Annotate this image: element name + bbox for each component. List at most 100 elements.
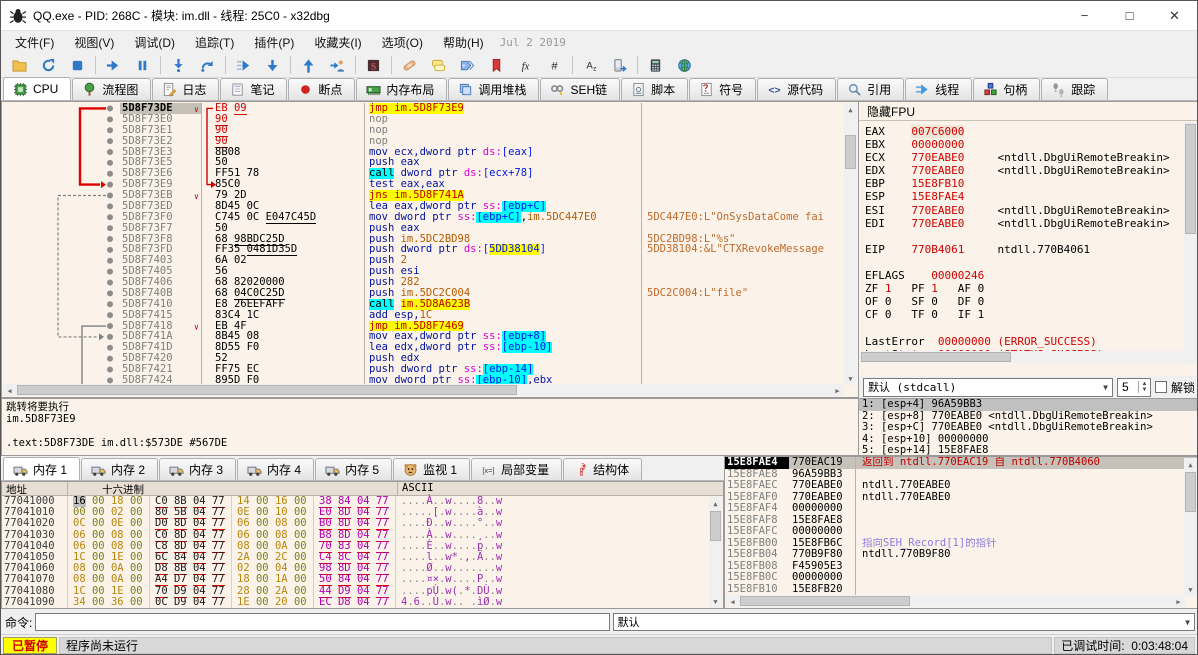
register-line[interactable]: OF 0 SF 0 DF 0 [865,295,1198,308]
disassembly-pane[interactable]: 5D8F73DEEB 09jmp im.5D8F73E95D8F73E090no… [1,101,859,398]
stack-row[interactable]: 15E8FAE4770EAC19返回到 ntdll.770EAC19 自 ntd… [725,457,1198,469]
stack-pane[interactable]: ▲ ▼ ◀ ▶ 15E8FAE4770EAC19返回到 ntdll.770EAC… [724,456,1198,609]
tab-SEH链[interactable]: SEH链 [540,78,620,100]
dump-vscrollbar[interactable]: ▲ ▼ [709,497,722,608]
step-out-icon[interactable] [258,54,287,76]
register-line[interactable] [865,230,1198,243]
tab-脚本[interactable]: 脚本 [621,78,688,100]
tab-内存布局[interactable]: 内存布局 [356,78,447,100]
registers-hscrollbar[interactable] [860,351,1185,363]
menu-item-1[interactable]: 文件(F) [5,31,64,54]
register-line[interactable]: ESP 15E8FAE4 [865,190,1198,203]
hide-fpu-button[interactable]: 隐藏FPU [859,102,1198,121]
run-icon[interactable] [99,54,128,76]
calculator-icon[interactable] [641,54,670,76]
disasm-row[interactable]: 5D8F73E190nop [2,125,845,136]
register-line[interactable]: EBP 15E8FB10 [865,177,1198,190]
menu-item-2[interactable]: 视图(V) [64,31,124,54]
tab-结构体[interactable]: 结构体 [563,458,642,480]
stack-row[interactable]: 15E8FAEC770EABE0ntdll.770EABE0 [725,480,1198,492]
register-line[interactable]: EBX 00000000 [865,138,1198,151]
register-line[interactable] [865,256,1198,269]
tab-局部变量[interactable]: [x=]局部变量 [471,458,562,480]
register-line[interactable]: EAX 007C6000 [865,125,1198,138]
tab-流程图[interactable]: 流程图 [72,78,151,100]
close-button[interactable]: ✕ [1152,1,1197,30]
unlock-checkbox[interactable] [1155,381,1167,393]
call-arg-row[interactable]: 1: [esp+4] 96A59BB3 [859,399,1198,411]
disasm-row[interactable]: 5D8F73F0C745 0C E047C45Dmov dword ptr ss… [2,212,845,223]
tab-符号[interactable]: 符号 [689,78,756,100]
tab-断点[interactable]: 断点 [288,78,355,100]
register-line[interactable]: EFLAGS 00000246 [865,269,1198,282]
arg-count-stepper[interactable]: 5 ▲▼ [1117,378,1151,397]
tab-调用堆栈[interactable]: 调用堆栈 [448,78,539,100]
tab-内存 4[interactable]: 内存 4 [237,458,314,480]
stack-vscrollbar[interactable]: ▲ ▼ [1184,458,1197,596]
register-line[interactable]: EDX 770EABE0 <ntdll.DbgUiRemoteBreakin> [865,164,1198,177]
maximize-button[interactable]: □ [1107,1,1152,30]
menu-item-5[interactable]: 插件(P) [244,31,304,54]
register-line[interactable]: ESI 770EABE0 <ntdll.DbgUiRemoteBreakin> [865,204,1198,217]
attach-icon[interactable] [323,54,352,76]
bookmark-icon[interactable] [482,54,511,76]
stop-icon[interactable] [63,54,92,76]
function-icon[interactable]: fx [511,54,540,76]
disasm-vscrollbar[interactable]: ▲ ▼ [844,103,857,385]
tab-引用[interactable]: 引用 [837,78,904,100]
label-icon[interactable] [453,54,482,76]
register-line[interactable]: LastError 00000000 (ERROR_SUCCESS) [865,335,1198,348]
menu-item-3[interactable]: 调试(D) [124,31,185,54]
open-folder-icon[interactable] [5,54,34,76]
tab-内存 3[interactable]: 内存 3 [159,458,236,480]
register-line[interactable]: EIP 770B4061 ntdll.770B4061 [865,243,1198,256]
registers-vscrollbar[interactable] [1184,122,1197,364]
menu-item-7[interactable]: 选项(O) [372,31,433,54]
tab-线程[interactable]: 线程 [905,78,972,100]
minimize-button[interactable]: − [1062,1,1107,30]
register-line[interactable]: ZF 1 PF 1 AF 0 [865,282,1198,295]
tab-日志[interactable]: 日志 [152,78,219,100]
step-into-icon[interactable] [164,54,193,76]
menu-item-8[interactable]: 帮助(H) [433,31,494,54]
disasm-row[interactable]: 5D8F741583C4 1Cadd esp,1C [2,310,845,321]
command-combobox[interactable]: 默认 ▼ [613,613,1195,631]
command-input[interactable] [35,613,609,631]
stack-row[interactable]: 15E8FB1015E8FB20 [725,584,1198,596]
restart-icon[interactable] [34,54,63,76]
patch-icon[interactable] [395,54,424,76]
convention-combobox[interactable]: 默认 (stdcall) ▼ [863,378,1113,397]
register-line[interactable]: EDI 770EABE0 <ntdll.DbgUiRemoteBreakin> [865,217,1198,230]
scylla-icon[interactable]: S [359,54,388,76]
tab-内存 2[interactable]: 内存 2 [81,458,158,480]
disasm-hscrollbar[interactable]: ◀ ▶ [3,384,844,396]
window-layout-icon[interactable] [605,54,634,76]
run-to-user-code-icon[interactable] [294,54,323,76]
dump-row[interactable]: 7704109034 00 36 000C D9 04 771E 00 20 0… [2,597,723,608]
tab-内存 5[interactable]: 内存 5 [315,458,392,480]
trace-coverage-icon[interactable]: # [540,54,569,76]
tab-句柄[interactable]: 句柄 [973,78,1040,100]
register-line[interactable]: CF 0 TF 0 IF 1 [865,308,1198,321]
stack-row[interactable]: 15E8FAF400000000 [725,503,1198,515]
register-line[interactable] [865,321,1198,334]
registers-pane[interactable]: 隐藏FPU EAX 007C6000EBX 00000000ECX 770EAB… [858,101,1198,398]
pause-icon[interactable] [128,54,157,76]
comment-icon[interactable] [424,54,453,76]
menu-item-6[interactable]: 收藏夹(I) [304,31,371,54]
call-arguments-pane[interactable]: 1: [esp+4] 96A59BB32: [esp+8] 770EABE0 <… [858,398,1198,456]
strings-icon[interactable]: Az [576,54,605,76]
execute-till-return-icon[interactable] [229,54,258,76]
disasm-row[interactable]: 5D8F73E290nop [2,136,845,147]
memory-dump-pane[interactable]: ▲ ▼ 地址十六进制ASCII7704100016 00 18 00C0 8B … [1,481,724,609]
stack-hscrollbar[interactable]: ◀ ▶ [726,595,1185,607]
menu-item-4[interactable]: 追踪(T) [185,31,244,54]
tab-内存 1[interactable]: 内存 1 [3,457,80,480]
register-line[interactable]: ECX 770EABE0 <ntdll.DbgUiRemoteBreakin> [865,151,1198,164]
tab-CPU[interactable]: CPU [3,77,71,100]
disasm-row[interactable]: 5D8F7410E8 26EEFAFFcall im.5D8A623B [2,299,845,310]
preferences-icon[interactable] [670,54,699,76]
disasm-row[interactable]: 5D8F73F750push eax [2,223,845,234]
tab-笔记[interactable]: 笔记 [220,78,287,100]
tab-源代码[interactable]: <>源代码 [757,78,836,100]
